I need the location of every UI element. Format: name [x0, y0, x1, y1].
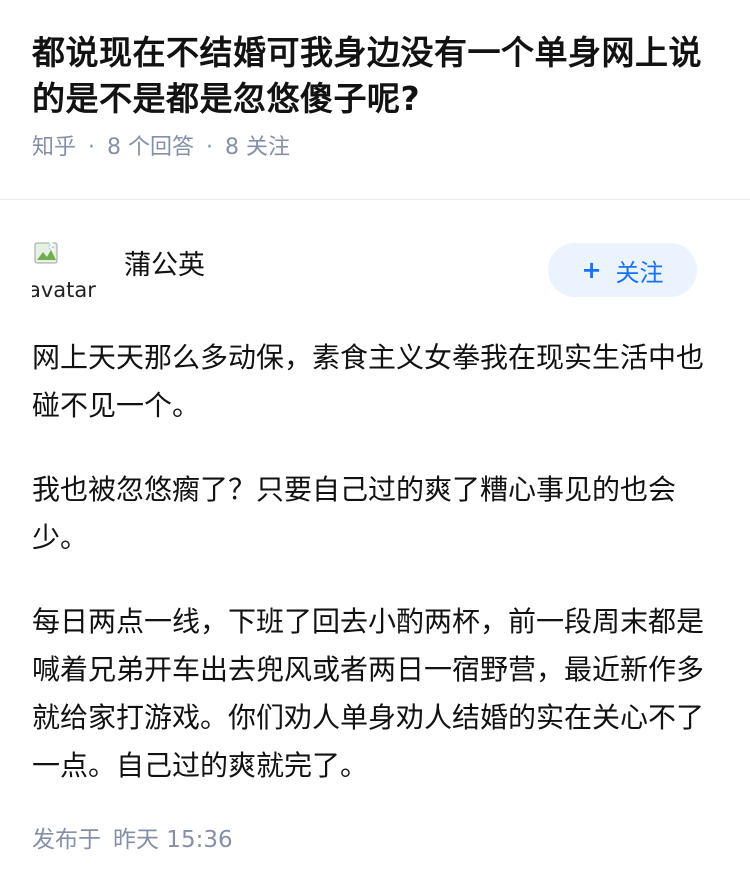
broken-image-icon [34, 240, 58, 264]
answer-body: 网上天天那么多动保，素食主义女拳我在现实生活中也碰不见一个。 我也被忽悠瘸了？只… [0, 320, 750, 790]
plus-icon: + [581, 256, 602, 284]
follower-count[interactable]: 8 关注 [225, 133, 290, 163]
avatar[interactable]: avatar [32, 238, 100, 306]
question-meta: 知乎 · 8 个回答 · 8 关注 [32, 133, 718, 163]
source-label[interactable]: 知乎 [32, 133, 76, 163]
follow-button[interactable]: + 关注 [548, 243, 697, 297]
follow-button-label: 关注 [615, 258, 664, 287]
question-title[interactable]: 都说现在不结婚可我身边没有一个单身网上说的是不是都是忽悠傻子呢? [32, 30, 718, 122]
answer-card: avatar 蒲公英 + 关注 网上天天那么多动保，素食主义女拳我在现实生活中也… [0, 200, 750, 826]
answer-paragraph: 我也被忽悠瘸了？只要自己过的爽了糟心事见的也会少。 [32, 473, 677, 554]
answer-paragraph: 每日两点一线，下班了回去小酌两杯，前一段周末都是喊着兄弟开车出去兜风或者两日一宿… [32, 605, 705, 782]
publish-label: 发布于 [32, 827, 101, 853]
meta-separator: · [88, 135, 96, 160]
meta-separator: · [206, 135, 214, 160]
answer-count[interactable]: 8 个回答 [107, 133, 194, 163]
answer-paragraph: 网上天天那么多动保，素食主义女拳我在现实生活中也碰不见一个。 [32, 341, 705, 422]
author-row: avatar 蒲公英 + 关注 [0, 200, 750, 320]
author-name[interactable]: 蒲公英 [124, 248, 205, 284]
publish-time-value: 昨天 15:36 [113, 827, 233, 853]
publish-time: 发布于 昨天 15:36 [32, 824, 233, 856]
question-header: 都说现在不结婚可我身边没有一个单身网上说的是不是都是忽悠傻子呢? 知乎 · 8 … [0, 0, 750, 170]
avatar-alt-text: avatar [32, 278, 96, 302]
